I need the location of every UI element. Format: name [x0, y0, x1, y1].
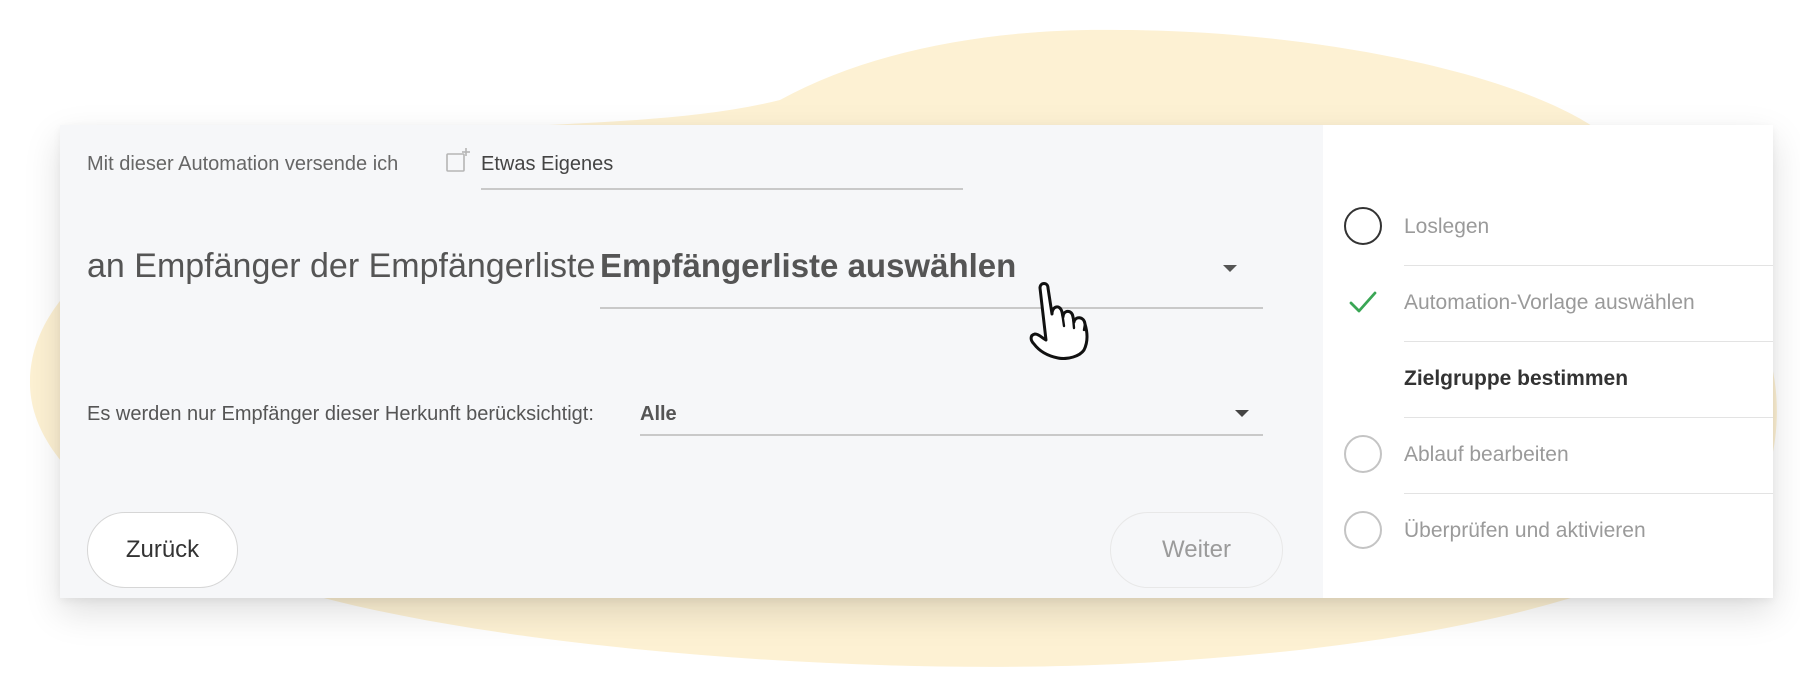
form-panel: Mit dieser Automation versende ich Etwas… — [60, 125, 1323, 598]
automation-card: Mit dieser Automation versende ich Etwas… — [60, 125, 1773, 598]
step-label: Loslegen — [1404, 215, 1490, 238]
check-icon — [1349, 291, 1377, 313]
next-button[interactable]: Weiter — [1110, 512, 1283, 588]
hand-pointer-icon — [1029, 282, 1089, 360]
origin-select[interactable]: Alle — [640, 390, 1263, 436]
step-automation-vorlage[interactable]: Automation-Vorlage auswählen — [1323, 266, 1773, 342]
step-label: Automation-Vorlage auswählen — [1404, 291, 1695, 314]
recipient-list-value: Empfängerliste auswählen — [600, 247, 1017, 284]
recipient-list-select[interactable]: Empfängerliste auswählen — [600, 235, 1263, 309]
chevron-down-icon — [1223, 265, 1237, 272]
page: Mit dieser Automation versende ich Etwas… — [0, 0, 1800, 690]
step-circle-icon — [1344, 207, 1382, 245]
recipients-label: an Empfänger der Empfängerliste — [87, 247, 596, 285]
add-template-icon[interactable] — [445, 147, 471, 175]
step-label: Zielgruppe bestimmen — [1404, 367, 1629, 390]
template-field[interactable]: Etwas Eigenes — [481, 147, 963, 190]
step-loslegen[interactable]: Loslegen — [1323, 190, 1773, 266]
step-label: Überprüfen und aktivieren — [1404, 519, 1646, 542]
back-button[interactable]: Zurück — [87, 512, 238, 588]
step-label: Ablauf bearbeiten — [1404, 443, 1569, 466]
step-circle-icon — [1344, 435, 1382, 473]
steps-panel: Loslegen Automation-Vorlage auswählen Zi… — [1323, 125, 1773, 598]
send-label: Mit dieser Automation versende ich — [87, 153, 399, 175]
step-circle-icon — [1344, 511, 1382, 549]
step-ueberpruefen[interactable]: Überprüfen und aktivieren — [1323, 494, 1773, 570]
step-zielgruppe[interactable]: Zielgruppe bestimmen — [1323, 342, 1773, 418]
template-value: Etwas Eigenes — [481, 153, 614, 175]
step-ablauf[interactable]: Ablauf bearbeiten — [1323, 418, 1773, 494]
chevron-down-icon — [1235, 410, 1249, 417]
origin-value: Alle — [640, 403, 677, 425]
origin-label: Es werden nur Empfänger dieser Herkunft … — [87, 403, 594, 425]
